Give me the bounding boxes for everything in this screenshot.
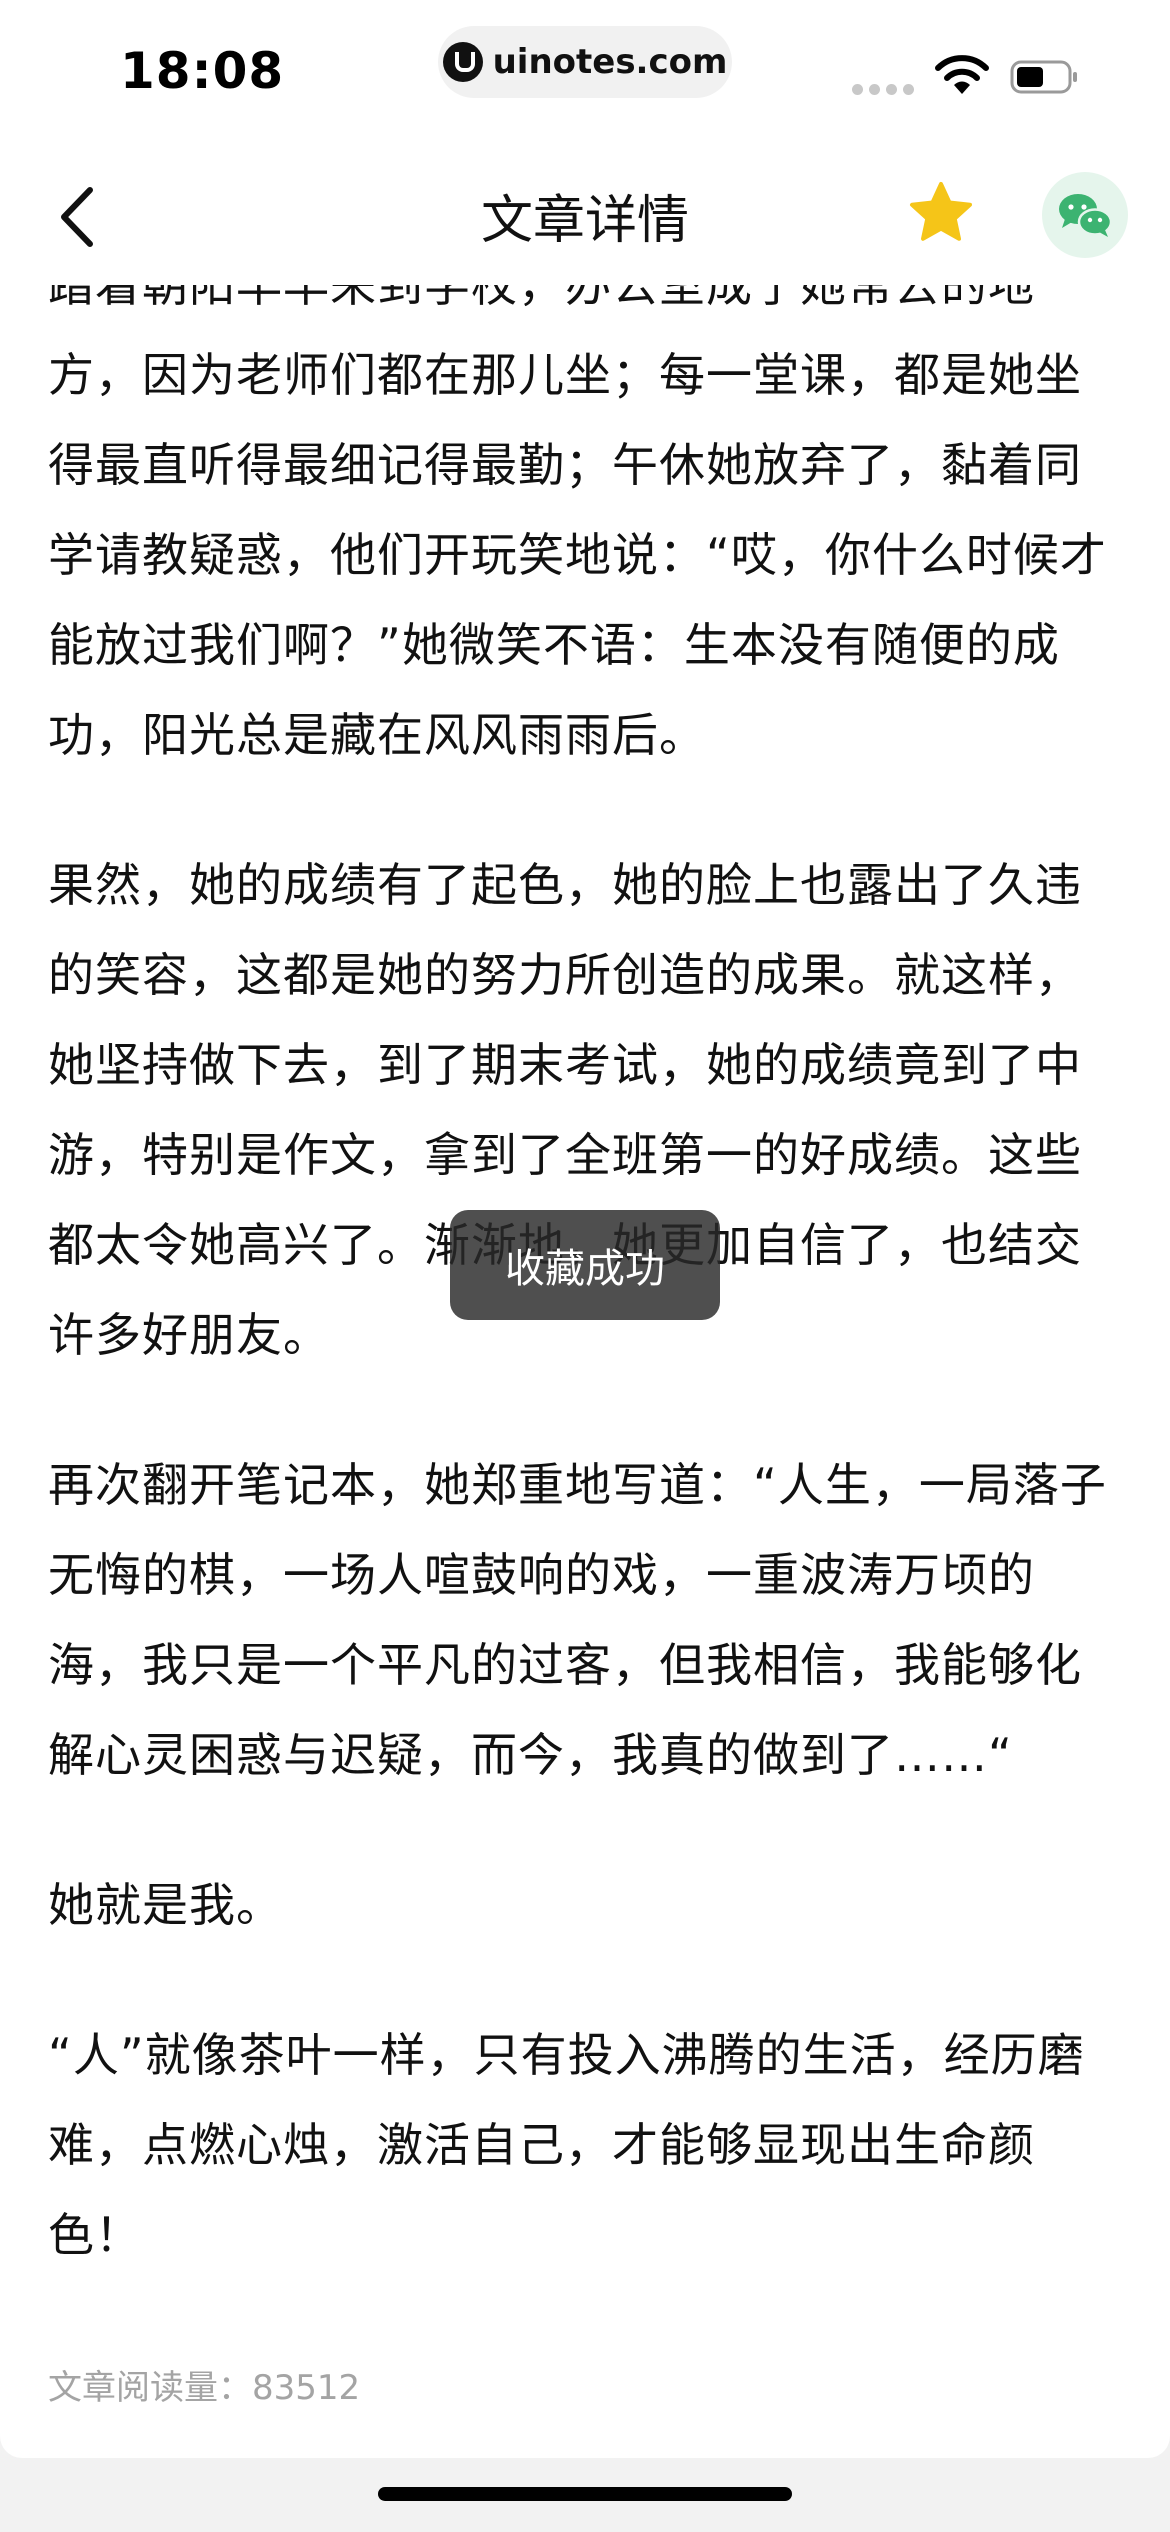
site-logo-icon — [442, 42, 483, 82]
status-time: 18:08 — [120, 42, 285, 100]
toast-message: 收藏成功 — [450, 1210, 720, 1320]
article-paragraph-5: “人”就像茶叶一样，只有投入沸腾的生活，经历磨难，点燃心烛，激活自己，才能够显现… — [48, 2028, 1085, 2262]
wifi-icon — [935, 55, 989, 94]
article-paragraph-4: 她就是我。 — [48, 1878, 283, 1932]
article-paragraph-3: 再次翻开笔记本，她郑重地写道：“人生，一局落子无悔的棋，一场人喧鼓响的戏，一重波… — [48, 1458, 1107, 1782]
wechat-icon — [1059, 194, 1113, 237]
page-title: 文章详情 — [480, 191, 689, 251]
wechat-share-button[interactable] — [1042, 172, 1128, 258]
url-pill[interactable]: uinotes.com — [438, 26, 732, 98]
header: 18:08 uinotes.com 文章详情 — [0, 0, 1170, 285]
home-indicator[interactable] — [378, 2487, 792, 2501]
cellular-signal-icon — [852, 84, 914, 95]
read-count: 文章阅读量：83512 — [48, 2368, 361, 2408]
url-text: uinotes.com — [492, 42, 728, 82]
article-paragraph-1: 踏着朝阳早早来到学校，办公室成了她常去的地方，因为老师们都在那儿坐；每一堂课，都… — [48, 258, 1107, 762]
star-icon[interactable] — [908, 180, 974, 246]
battery-icon — [1010, 60, 1077, 94]
